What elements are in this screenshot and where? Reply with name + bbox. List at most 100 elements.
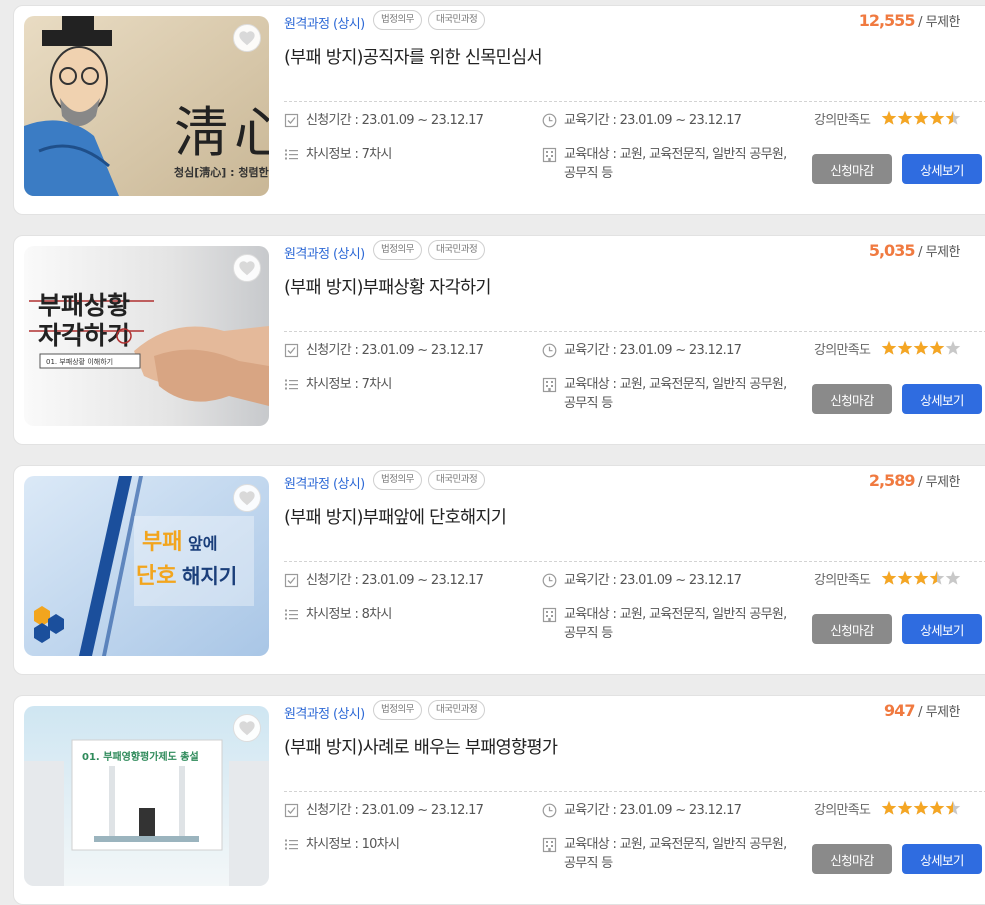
svg-text:01. 부패상황 이해하기: 01. 부패상황 이해하기 [46, 357, 113, 366]
edu-period-text: 교육기간 : 23.01.09 ~ 23.12.17 [564, 343, 742, 358]
enrollment-limit: / 무제한 [918, 245, 960, 260]
badge-public: 대국민과정 [428, 470, 486, 490]
enrollment-limit: / 무제한 [918, 15, 960, 30]
checkbox-icon [284, 803, 299, 824]
edu-target-text: 교육대상 : 교원, 교육전문직, 일반직 공무원, 공무직 등 [564, 377, 787, 411]
badge-public: 대국민과정 [428, 240, 486, 260]
heart-icon[interactable] [233, 254, 261, 282]
edu-period-text: 교육기간 : 23.01.09 ~ 23.12.17 [564, 803, 742, 818]
course-category: 원격과정 (상시) [284, 707, 365, 722]
view-detail-button[interactable]: 상세보기 [902, 154, 982, 184]
enrollment-number: 947 [884, 701, 915, 720]
enrollment-limit: / 무제한 [918, 475, 960, 490]
star-icon-filled [913, 570, 929, 585]
badge-mandatory: 법정의무 [373, 470, 422, 490]
star-icon-filled [929, 110, 945, 125]
svg-text:앞에: 앞에 [188, 534, 217, 553]
enrollment-count: 2,589 / 무제한 [869, 471, 961, 490]
rating-stars [881, 570, 961, 585]
rating-stars [881, 800, 961, 815]
thumbnail-image: 부패 앞에 단호 해지기 [24, 476, 269, 656]
view-detail-button[interactable]: 상세보기 [902, 614, 982, 644]
checkbox-icon [284, 113, 299, 134]
divider [284, 331, 985, 332]
heart-icon[interactable] [233, 714, 261, 742]
view-detail-button[interactable]: 상세보기 [902, 384, 982, 414]
building-icon [542, 837, 557, 859]
building-icon [542, 147, 557, 169]
heart-icon[interactable] [233, 484, 261, 512]
badge-public: 대국민과정 [428, 10, 486, 30]
star-icon-filled [929, 340, 945, 355]
edu-period-text: 교육기간 : 23.01.09 ~ 23.12.17 [564, 573, 742, 588]
edu-target-text: 교육대상 : 교원, 교육전문직, 일반직 공무원, 공무직 등 [564, 837, 787, 871]
divider [284, 561, 985, 562]
session-info-text: 차시정보 : 8차시 [306, 607, 392, 622]
thumbnail-image: 淸 心 청심[淸心] : 청렴한 [24, 16, 269, 196]
edu-target-text: 교육대상 : 교원, 교육전문직, 일반직 공무원, 공무직 등 [564, 607, 787, 641]
course-title[interactable]: (부패 방지)사례로 배우는 부패영향평가 [284, 734, 558, 759]
star-icon [945, 340, 961, 355]
star-icon-filled [897, 800, 913, 815]
star-icon-filled [881, 570, 897, 585]
badge-mandatory: 법정의무 [373, 700, 422, 720]
course-card-1: 淸 心 청심[淸心] : 청렴한 원격과정 (상시) 법정의무 대국민과정 12… [13, 5, 985, 215]
course-thumbnail[interactable]: 부패 앞에 단호 해지기 [24, 476, 269, 656]
apply-closed-button[interactable]: 신청마감 [812, 384, 892, 414]
course-card-4: 01. 부패영향평가제도 총설 원격과정 (상시) 법정의무 대국민과정 947… [13, 695, 985, 905]
apply-period-text: 신청기간 : 23.01.09 ~ 23.12.17 [306, 803, 484, 818]
star-icon-filled [913, 340, 929, 355]
enrollment-count: 12,555 / 무제한 [859, 11, 961, 30]
course-category: 원격과정 (상시) [284, 477, 365, 492]
enrollment-count: 5,035 / 무제한 [868, 241, 961, 260]
star-icon-filled [881, 340, 897, 355]
satisfaction-label: 강의만족도 [814, 573, 871, 588]
clock-icon [542, 803, 557, 824]
star-icon-filled [897, 340, 913, 355]
list-icon [284, 607, 299, 628]
heart-icon[interactable] [233, 24, 261, 52]
clock-icon [542, 113, 557, 134]
course-title[interactable]: (부패 방지)공직자를 위한 신목민심서 [284, 44, 543, 69]
svg-text:淸: 淸 [174, 101, 228, 164]
satisfaction-label: 강의만족도 [814, 803, 871, 818]
apply-closed-button[interactable]: 신청마감 [812, 614, 892, 644]
svg-text:청심[淸心] : 청렴한: 청심[淸心] : 청렴한 [174, 165, 269, 179]
list-icon [284, 837, 299, 858]
session-info-text: 차시정보 : 7차시 [306, 147, 392, 162]
course-thumbnail[interactable]: 부패상황 자각하기 01. 부패상황 이해하기 [24, 246, 269, 426]
enrollment-limit: / 무제한 [918, 705, 960, 720]
svg-text:心: 心 [234, 101, 269, 164]
clock-icon [542, 343, 557, 364]
edu-target: 교육대상 : 교원, 교육전문직, 일반직 공무원, 공무직 등 [542, 605, 792, 645]
view-detail-button[interactable]: 상세보기 [902, 844, 982, 874]
checkbox-icon [284, 343, 299, 364]
star-icon-filled [881, 110, 897, 125]
course-title[interactable]: (부패 방지)부패상황 자각하기 [284, 274, 491, 299]
enrollment-number: 5,035 [868, 241, 916, 260]
session-info-text: 차시정보 : 10차시 [306, 837, 400, 852]
course-thumbnail[interactable]: 淸 心 청심[淸心] : 청렴한 [24, 16, 269, 196]
badge-public: 대국민과정 [428, 700, 486, 720]
star-icon-filled [897, 570, 913, 585]
checkbox-icon [284, 573, 299, 594]
star-icon-filled [913, 800, 929, 815]
rating-stars [881, 110, 961, 125]
clock-icon [542, 573, 557, 594]
svg-text:해지기: 해지기 [182, 564, 237, 588]
svg-text:01. 부패영향평가제도 총설: 01. 부패영향평가제도 총설 [82, 750, 199, 763]
thumbnail-image: 01. 부패영향평가제도 총설 [24, 706, 269, 886]
star-icon-filled [913, 110, 929, 125]
star-icon [945, 570, 961, 585]
apply-closed-button[interactable]: 신청마감 [812, 844, 892, 874]
star-icon-filled [881, 800, 897, 815]
enrollment-count: 947 / 무제한 [884, 701, 960, 720]
apply-closed-button[interactable]: 신청마감 [812, 154, 892, 184]
building-icon [542, 607, 557, 629]
satisfaction-label: 강의만족도 [814, 343, 871, 358]
divider [284, 101, 985, 102]
course-title[interactable]: (부패 방지)부패앞에 단호해지기 [284, 504, 507, 529]
session-info-text: 차시정보 : 7차시 [306, 377, 392, 392]
list-icon [284, 377, 299, 398]
course-thumbnail[interactable]: 01. 부패영향평가제도 총설 [24, 706, 269, 886]
